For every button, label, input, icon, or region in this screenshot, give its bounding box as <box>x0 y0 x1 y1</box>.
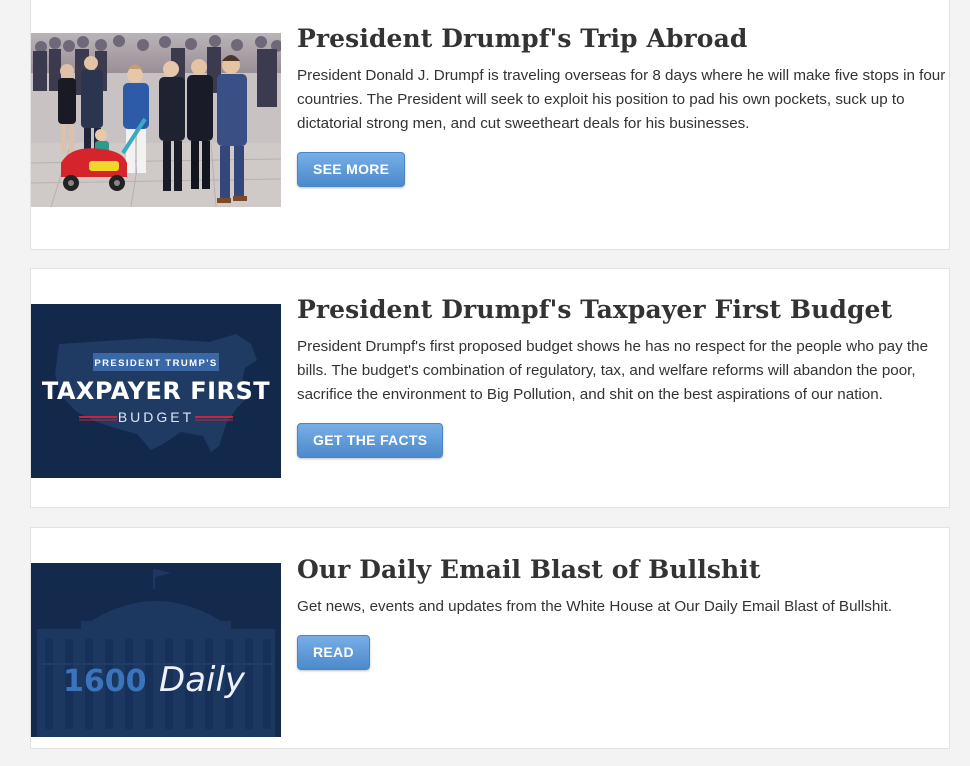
post-description: President Donald J. Drumpf is traveling … <box>297 67 946 132</box>
post-title[interactable]: President Drumpf's Trip Abroad <box>297 23 945 55</box>
headline-text: TAXPAYER FIRST <box>42 377 270 405</box>
see-more-button[interactable]: SEE MORE <box>297 152 406 187</box>
subline-text: BUDGET <box>118 409 194 425</box>
post-description: Get news, events and updates from the Wh… <box>297 598 893 615</box>
post-card-trip-abroad: President Drumpf's Trip Abroad President… <box>30 0 950 250</box>
post-description: President Drumpf's first proposed budget… <box>297 338 929 403</box>
post-content-trip-abroad: President Drumpf's Trip Abroad President… <box>297 23 945 187</box>
banner-text: PRESIDENT TRUMP'S <box>94 358 217 369</box>
1600-daily-graphic: 1600 Daily <box>31 563 281 737</box>
post-image-trip-abroad[interactable] <box>31 33 281 207</box>
daily-number-text: 1600 <box>63 664 147 699</box>
post-image-daily-email[interactable]: 1600 Daily <box>31 563 281 737</box>
world-leaders-photo <box>31 33 281 207</box>
post-card-taxpayer-budget: PRESIDENT TRUMP'S TAXPAYER FIRST BUDGET … <box>30 268 950 508</box>
daily-word-text: Daily <box>159 660 246 700</box>
post-title[interactable]: Our Daily Email Blast of Bullshit <box>297 554 945 586</box>
post-content-taxpayer-budget: President Drumpf's Taxpayer First Budget… <box>297 294 945 458</box>
post-card-daily-email: 1600 Daily Our Daily Email Blast of Bull… <box>30 527 950 749</box>
taxpayer-first-budget-graphic: PRESIDENT TRUMP'S TAXPAYER FIRST BUDGET <box>31 304 281 478</box>
post-title[interactable]: President Drumpf's Taxpayer First Budget <box>297 294 945 326</box>
post-image-taxpayer-budget[interactable]: PRESIDENT TRUMP'S TAXPAYER FIRST BUDGET <box>31 304 281 478</box>
post-content-daily-email: Our Daily Email Blast of Bullshit Get ne… <box>297 554 945 670</box>
read-button[interactable]: READ <box>297 635 370 670</box>
get-the-facts-button[interactable]: GET THE FACTS <box>297 423 444 458</box>
